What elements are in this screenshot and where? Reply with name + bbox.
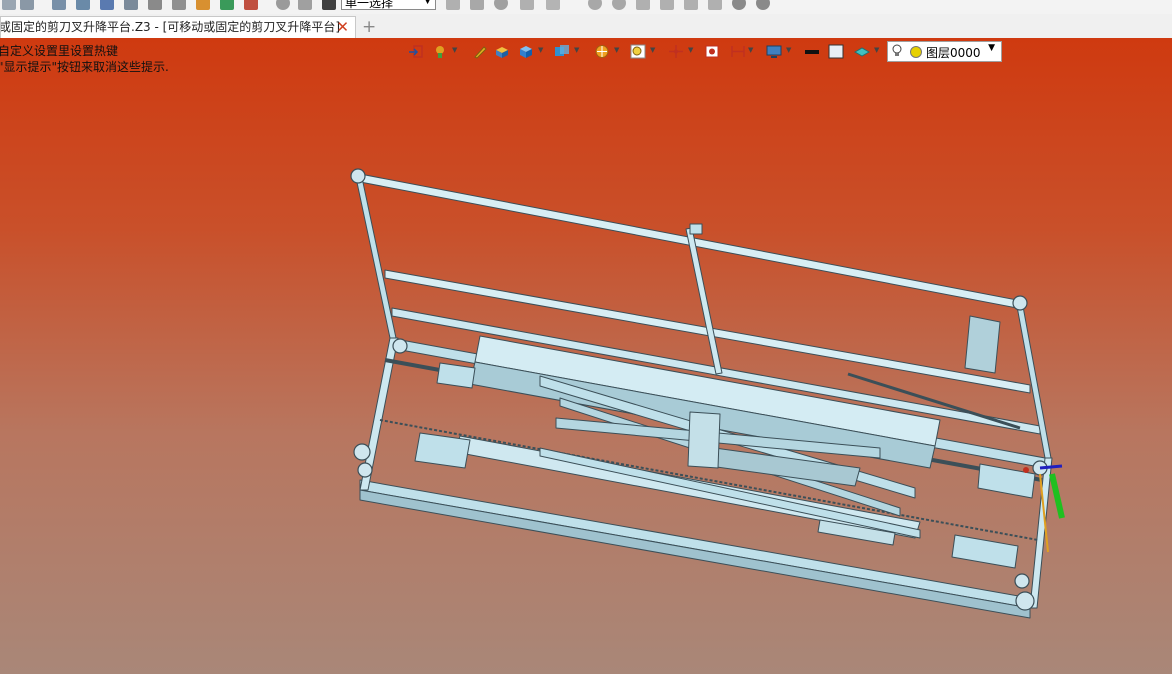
circle-icon[interactable]	[298, 0, 312, 10]
tag-icon[interactable]	[546, 0, 560, 10]
wheel-5	[1014, 573, 1030, 589]
selection-filter-dropdown[interactable]: 单一选择 ▼	[341, 0, 436, 10]
3d-viewport[interactable]: 自定义设置里设置热键 "显示提示"按钮来取消这些提示. ▼ ▼ ▼ ▼ ▼ ▼ …	[0, 38, 1172, 674]
wheel-3	[353, 443, 371, 461]
pin-icon[interactable]	[100, 0, 114, 10]
paste-icon[interactable]	[76, 0, 90, 10]
dim-icon[interactable]	[494, 0, 508, 10]
wheel-6	[1015, 591, 1035, 611]
box-icon[interactable]	[172, 0, 186, 10]
copy-icon[interactable]	[52, 0, 66, 10]
wheel-4	[357, 462, 373, 478]
line-icon[interactable]	[470, 0, 484, 10]
document-tab[interactable]: 或固定的剪刀叉升降平台.Z3 - [可移动或固定的剪刀叉升降平台] ✕	[0, 16, 356, 38]
offset-icon[interactable]	[708, 0, 722, 10]
new-tab-button[interactable]: +	[362, 17, 376, 37]
settings-icon[interactable]	[220, 0, 234, 10]
document-tab-title: 或固定的剪刀叉升降平台.Z3 - [可移动或固定的剪刀叉升降平台]	[0, 20, 340, 34]
close-icon[interactable]: ✕	[336, 17, 349, 38]
base-front-beam	[359, 479, 1031, 609]
redo-icon[interactable]	[20, 0, 34, 10]
post-right	[1015, 300, 1052, 459]
wheel-7	[392, 338, 408, 354]
trim-icon[interactable]	[660, 0, 674, 10]
extend-icon[interactable]	[684, 0, 698, 10]
scissor-lift-model	[350, 168, 1065, 619]
measure-icon[interactable]	[446, 0, 460, 10]
sheet-icon[interactable]	[148, 0, 162, 10]
motor-block-left	[436, 362, 476, 389]
undo-icon[interactable]	[2, 0, 16, 10]
pointer-icon[interactable]	[636, 0, 650, 10]
layers-icon[interactable]	[196, 0, 210, 10]
sketch-icon[interactable]	[276, 0, 290, 10]
curve-icon[interactable]	[520, 0, 534, 10]
post-cap	[689, 223, 703, 235]
arrow-icon[interactable]	[244, 0, 258, 10]
post-left	[354, 172, 397, 339]
wheel-1	[350, 168, 366, 184]
cylinder-mount	[687, 411, 721, 469]
wheel-block-right	[951, 534, 1019, 569]
gear-icon[interactable]	[588, 0, 602, 10]
top-toolbar: 单一选择 ▼	[0, 0, 1172, 14]
selection-filter-value: 单一选择	[345, 0, 394, 10]
base-front-beam-side	[359, 489, 1031, 619]
list-icon[interactable]	[124, 0, 138, 10]
help-icon[interactable]	[756, 0, 770, 10]
rotate-view-icon[interactable]	[612, 0, 626, 10]
document-tab-bar: 或固定的剪刀叉升降平台.Z3 - [可移动或固定的剪刀叉升降平台] ✕ +	[0, 14, 1172, 39]
wheel-2	[1012, 295, 1028, 311]
control-box	[964, 315, 1001, 374]
settings-gear-icon[interactable]	[732, 0, 746, 10]
chevron-down-icon: ▼	[424, 0, 431, 6]
rotate-icon[interactable]	[322, 0, 336, 10]
